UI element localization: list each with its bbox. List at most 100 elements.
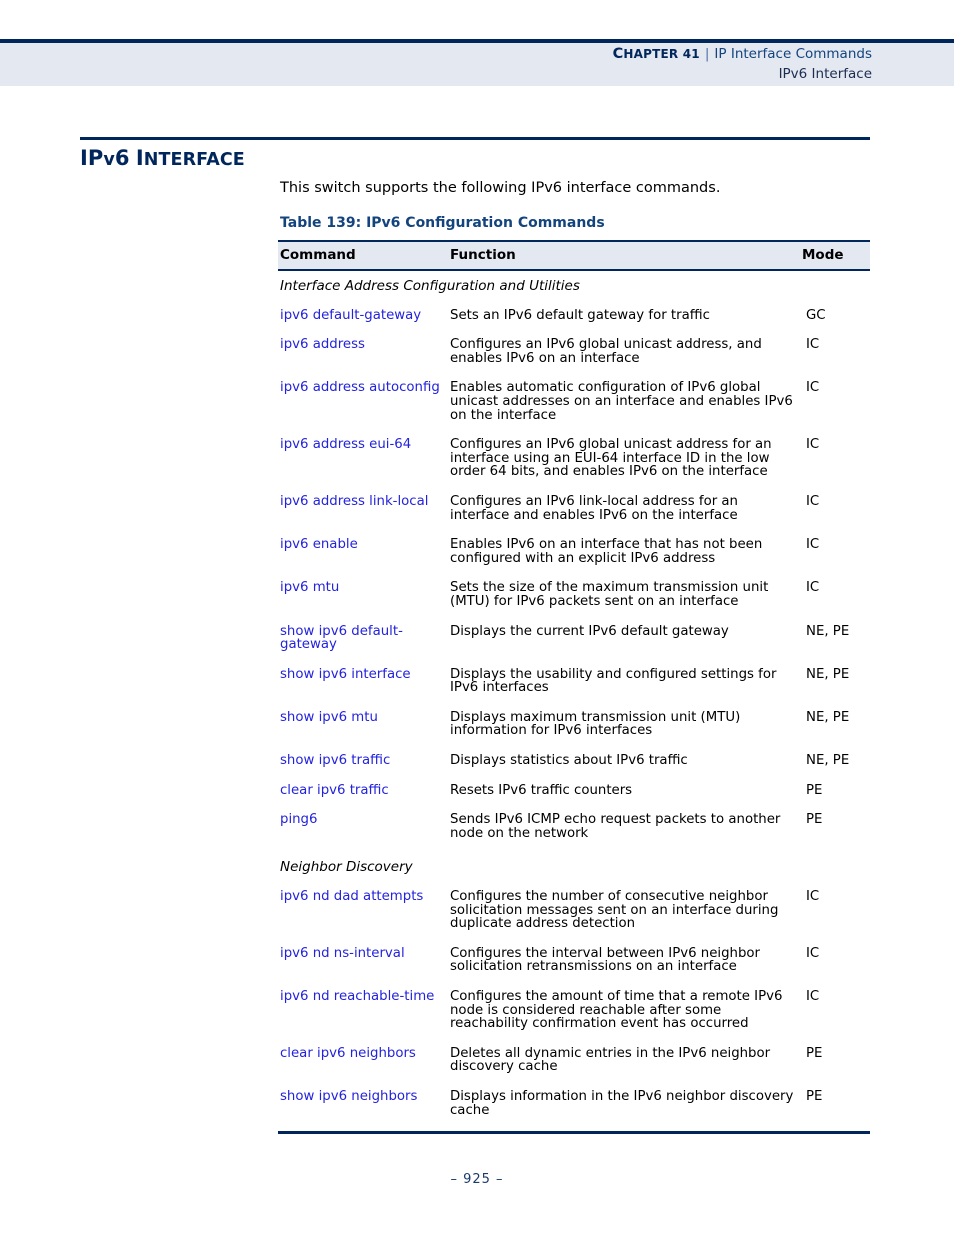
table-caption: Table 139: IPv6 Configuration Commands — [280, 215, 605, 231]
table-row: show ipv6 default-gateway Displays the cu… — [278, 621, 870, 664]
command-mode: IC — [806, 889, 820, 905]
table-head: Command Function Mode — [278, 240, 870, 271]
page-title-prefix: IP — [80, 146, 104, 170]
table-row: ipv6 nd ns-interval Configures the interv… — [278, 943, 870, 986]
command-description: Deletes all dynamic entries in the IPv6 … — [450, 1045, 771, 1075]
command-description: Displays statistics about IPv6 traffic — [450, 753, 688, 769]
running-header-section-line: IPv6 Interface — [778, 66, 872, 82]
command-link[interactable]: show ipv6 mtu — [278, 707, 448, 750]
command-link[interactable]: ipv6 enable — [278, 534, 448, 577]
command-description: Displays the usability and configured se… — [450, 666, 777, 696]
chapter-label-rest: HAPTER — [623, 47, 679, 61]
command-mode: NE, PE — [806, 753, 850, 769]
page-title-number: 6 — [114, 146, 130, 170]
table-group-label: Interface Address Configuration and Util… — [280, 278, 580, 294]
command-link[interactable]: show ipv6 interface — [278, 664, 448, 707]
command-link[interactable]: ipv6 nd ns-interval — [278, 943, 448, 986]
chapter-title: IP Interface Commands — [714, 46, 872, 62]
table-row: ipv6 address link-local Configures an IPv… — [278, 491, 870, 534]
command-link[interactable]: ipv6 address eui-64 — [278, 434, 448, 491]
command-description: Sets an IPv6 default gateway for traffic — [450, 307, 710, 323]
section-heading-rule — [80, 137, 870, 140]
command-mode: PE — [806, 812, 823, 828]
page-title-rest-initial: I — [135, 146, 144, 170]
column-header-command: Command — [278, 240, 448, 271]
page-title-v: v — [103, 150, 115, 170]
page-number-footer: – 925 – — [450, 1172, 504, 1187]
command-description: Configures the amount of time that a rem… — [450, 989, 783, 1032]
command-description: Displays information in the IPv6 neighbo… — [450, 1088, 794, 1118]
command-link[interactable]: show ipv6 neighbors — [278, 1086, 448, 1129]
command-description: Configures an IPv6 link-local address fo… — [450, 493, 738, 523]
column-header-function: Function — [448, 240, 800, 271]
page-running-header: CHAPTER 41 | IP Interface Commands IPv6 In… — [0, 39, 954, 86]
table-row: ipv6 address autoconfig Enables automatic… — [278, 377, 870, 434]
command-description: Sends IPv6 ICMP echo request packets to … — [450, 812, 781, 841]
command-mode: IC — [806, 337, 820, 353]
table-row: show ipv6 interface Displays the usabilit… — [278, 664, 870, 707]
column-header-mode: Mode — [800, 240, 870, 271]
command-mode: GC — [806, 307, 826, 323]
command-mode: IC — [806, 580, 820, 596]
command-description: Enables automatic configuration of IPv6 … — [450, 380, 793, 423]
command-description: Displays the current IPv6 default gatewa… — [450, 623, 729, 639]
command-mode: IC — [806, 945, 820, 961]
command-link[interactable]: ipv6 mtu — [278, 577, 448, 620]
table-bottom-rule — [278, 1131, 870, 1135]
ipv6-configuration-commands-table: Command Function Mode Interface Address … — [278, 240, 870, 1129]
command-description: Configures the number of consecutive nei… — [450, 889, 779, 932]
header-separator: | — [704, 46, 710, 62]
command-mode: IC — [806, 437, 820, 453]
running-header-text: CHAPTER 41 | IP Interface Commands IPv6 In… — [613, 44, 872, 84]
command-mode: PE — [806, 782, 823, 798]
table-row: ipv6 default-gateway Sets an IPv6 default… — [278, 305, 870, 335]
table-row: ipv6 address Configures an IPv6 global un… — [278, 334, 870, 377]
table-body: Interface Address Configuration and Util… — [278, 270, 870, 1129]
command-link[interactable]: ping6 — [278, 809, 448, 852]
table-row: clear ipv6 traffic Resets IPv6 traffic co… — [278, 780, 870, 810]
command-mode: IC — [806, 989, 820, 1004]
command-mode: NE, PE — [806, 709, 850, 725]
chapter-label-initial: C — [612, 46, 624, 62]
page-title-rest-body: NTERFACE — [143, 150, 245, 170]
chapter-number: 41 — [682, 47, 700, 61]
table-row: ipv6 address eui-64 Configures an IPv6 gl… — [278, 434, 870, 491]
chapter-label: CHAPTER 41 — [612, 46, 700, 62]
command-link[interactable]: clear ipv6 traffic — [278, 780, 448, 810]
table-row: ipv6 nd reachable-time Configures the amo… — [278, 986, 870, 1043]
table-row: ipv6 enable Enables IPv6 on an interface … — [278, 534, 870, 577]
table-row: show ipv6 mtu Displays maximum transmissi… — [278, 707, 870, 750]
table-row: show ipv6 neighbors Displays information … — [278, 1086, 870, 1129]
command-mode: IC — [806, 537, 820, 553]
command-link[interactable]: ipv6 address — [278, 334, 448, 377]
table-row: ping6 Sends IPv6 ICMP echo request packet… — [278, 809, 870, 852]
command-mode: PE — [806, 1045, 823, 1061]
command-link[interactable]: show ipv6 default-gateway — [278, 621, 448, 664]
running-header-chapter-line: CHAPTER 41 | IP Interface Commands — [613, 44, 872, 64]
command-link[interactable]: show ipv6 traffic — [278, 750, 448, 780]
command-link[interactable]: ipv6 address link-local — [278, 491, 448, 534]
page-title-rest: INTERFACE — [136, 146, 245, 170]
intro-paragraph: This switch supports the following IPv6 … — [280, 180, 721, 196]
page-title: IPv6 INTERFACE — [80, 146, 245, 170]
command-description: Sets the size of the maximum transmissio… — [450, 580, 769, 609]
command-description: Configures an IPv6 global unicast addres… — [450, 437, 772, 480]
command-mode: IC — [806, 380, 820, 396]
command-description: Configures an IPv6 global unicast addres… — [450, 337, 762, 366]
command-link[interactable]: ipv6 nd reachable-time — [278, 986, 448, 1043]
command-link[interactable]: ipv6 address autoconfig — [278, 377, 448, 434]
table-group-label: Neighbor Discovery — [280, 859, 413, 876]
command-link[interactable]: ipv6 nd dad attempts — [278, 886, 448, 943]
command-description: Resets IPv6 traffic counters — [450, 782, 633, 798]
command-description: Enables IPv6 on an interface that has no… — [450, 537, 763, 566]
table-row: show ipv6 traffic Displays statistics abo… — [278, 750, 870, 780]
table-group-row: Neighbor Discovery — [278, 852, 870, 886]
command-mode: NE, PE — [806, 623, 850, 639]
table-header-row: Command Function Mode — [278, 240, 870, 271]
command-link[interactable]: ipv6 default-gateway — [278, 305, 448, 335]
command-description: Configures the interval between IPv6 nei… — [450, 945, 761, 975]
table-row: ipv6 nd dad attempts Configures the numbe… — [278, 886, 870, 943]
command-mode: NE, PE — [806, 666, 850, 682]
table-group-row: Interface Address Configuration and Util… — [278, 270, 870, 305]
command-link[interactable]: clear ipv6 neighbors — [278, 1043, 448, 1086]
